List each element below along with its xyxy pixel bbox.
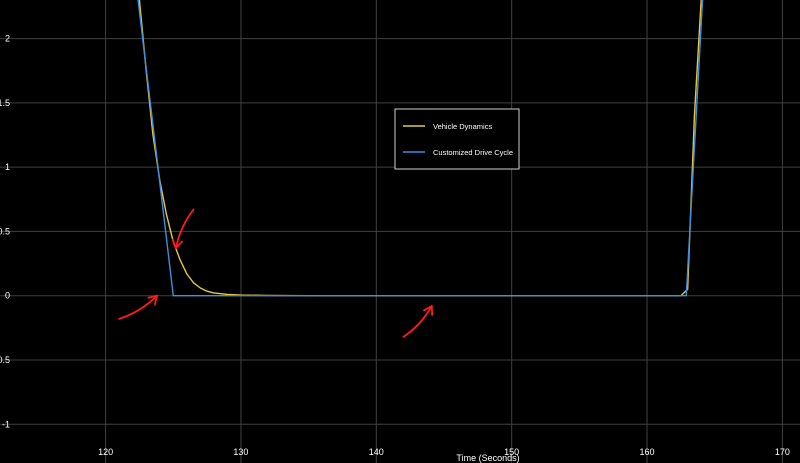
legend: Vehicle Dynamics Customized Drive Cycle [394, 108, 520, 170]
legend-box [394, 108, 520, 170]
y-tick-label: -0.5 [0, 355, 10, 365]
x-axis-title: Time (Seconds) [456, 453, 519, 463]
x-tick-label: 170 [775, 447, 790, 457]
y-tick-label: 1 [5, 162, 10, 172]
legend-entry: Customized Drive Cycle [433, 148, 513, 157]
y-tick-label: -1 [2, 419, 10, 429]
x-tick-label: 120 [98, 447, 113, 457]
scope-chart: -1-0.500.511.52 120130140150160170 Vehic… [0, 0, 800, 463]
y-tick-label: 2 [5, 34, 10, 44]
legend-entry: Vehicle Dynamics [433, 122, 492, 131]
x-tick-label: 140 [369, 447, 384, 457]
x-tick-label: 160 [640, 447, 655, 457]
y-tick-label: 1.5 [0, 98, 10, 108]
y-tick-label: 0 [5, 291, 10, 301]
x-tick-label: 130 [233, 447, 248, 457]
y-tick-label: 0.5 [0, 226, 10, 236]
